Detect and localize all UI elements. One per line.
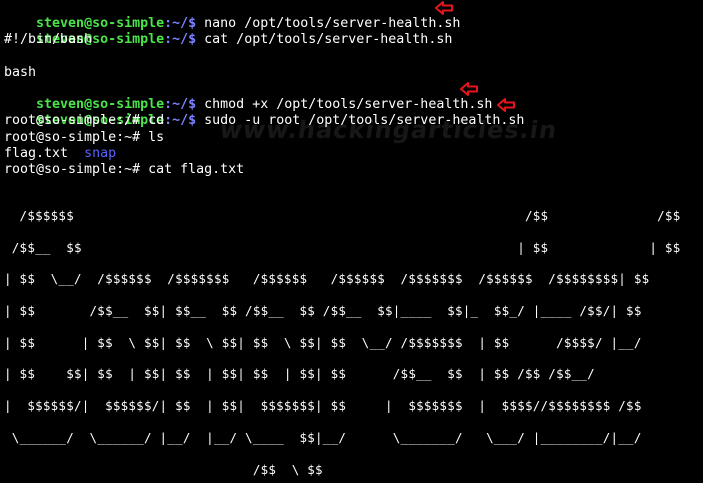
terminal-line: #!/bin/bash	[4, 32, 703, 48]
output-text: root@so-simple:~# cat flag.txt	[4, 161, 245, 177]
terminal-line: bash	[4, 65, 703, 81]
output-text: bash	[4, 64, 37, 80]
banner-line: | $$ $$| $$ | $$| $$ | $$| $$ | $$| $$ /…	[4, 366, 595, 382]
terminal-line: steven@so-simple:~/$ sudo -u root /opt/t…	[4, 97, 703, 128]
red-arrow-icon	[460, 81, 478, 96]
output-text: #!/bin/bash	[4, 32, 93, 48]
banner-line: | $$ | $$ \ $$| $$ \ $$| $$ \ $$| $$ \__…	[4, 334, 642, 350]
banner-line: | $$ \__/ /$$$$$$ /$$$$$$$ /$$$$$$ /$$$$…	[4, 271, 650, 287]
output-text: root@so-simple:~# ls	[4, 129, 165, 145]
banner-line: | $$$$$$/| $$$$$$/| $$ | $$| $$$$$$$| $$…	[4, 398, 642, 414]
banner-line: /$$ \ $$	[4, 461, 323, 477]
red-arrow-icon	[435, 1, 453, 15]
file-name: flag.txt	[4, 145, 69, 161]
terminal-line: steven@so-simple:~/$ chmod +x /opt/tools…	[4, 81, 703, 112]
terminal-line: steven@so-simple:~/$ nano /opt/tools/ser…	[4, 0, 703, 31]
terminal-line: flag.txt snap	[4, 146, 703, 162]
output-text: root@so-simple:/# cd	[4, 113, 165, 129]
directory-name: snap	[84, 145, 117, 161]
terminal-window[interactable]: www.hackingarticles.in steven@so-simple:…	[0, 0, 703, 483]
ascii-banner: /$$$$$$ /$$ /$$ /$$__ $$ | $$ | $$ | $$ …	[4, 200, 680, 483]
banner-line: /$$$$$$ /$$ /$$	[4, 208, 681, 223]
banner-line: | $$ /$$__ $$| $$__ $$ /$$__ $$ /$$__ $$…	[4, 303, 642, 319]
terminal-line: root@so-simple:/# cd	[4, 113, 703, 129]
terminal-line: steven@so-simple:~/$ cat /opt/tools/serv…	[4, 16, 703, 47]
banner-line: /$$__ $$ | $$ | $$	[4, 239, 681, 255]
terminal-line: root@so-simple:~# cat flag.txt	[4, 162, 703, 178]
terminal-line: root@so-simple:~# ls	[4, 130, 703, 146]
red-arrow-icon	[497, 98, 515, 113]
banner-line: \______/ \______/ |__/ |__/ \____ $$|__/…	[4, 429, 642, 445]
